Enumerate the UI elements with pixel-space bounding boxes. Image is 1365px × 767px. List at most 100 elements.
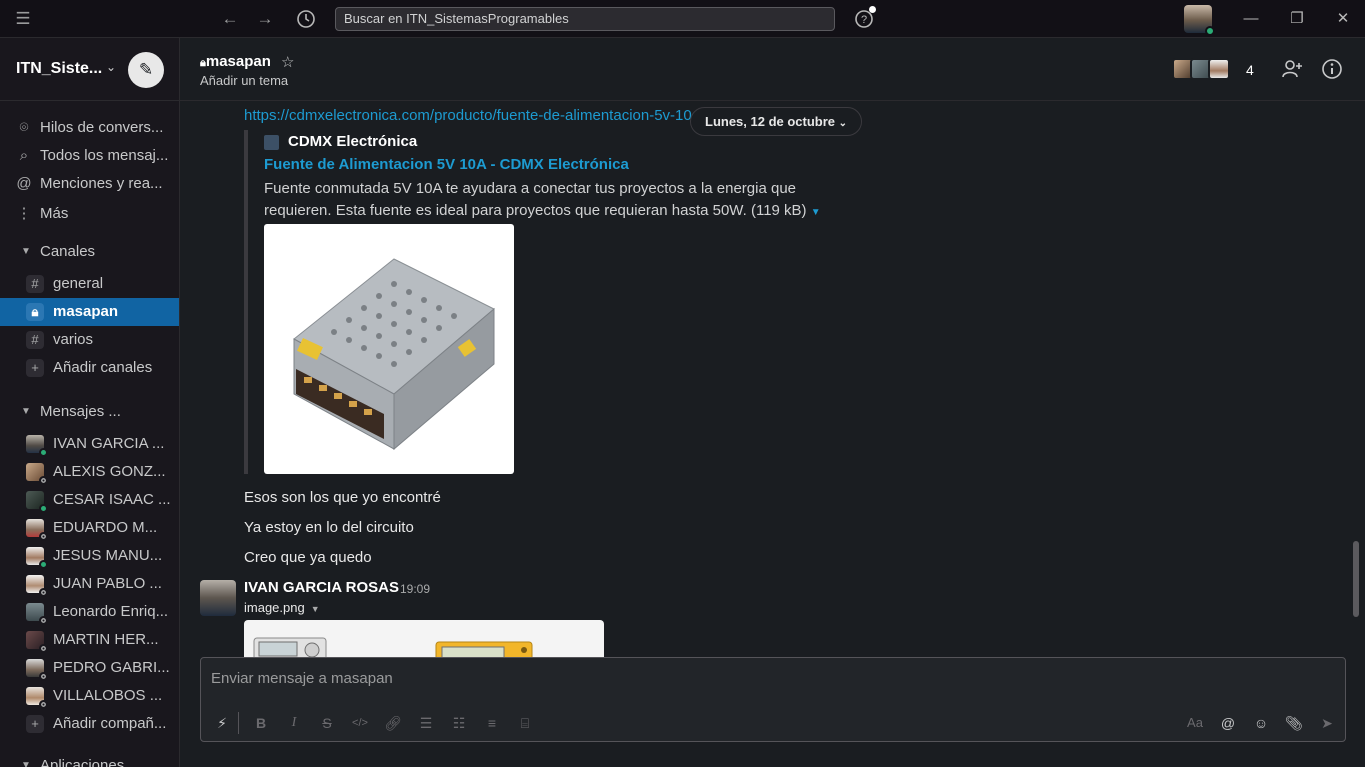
plus-icon: + <box>26 715 44 733</box>
message-link[interactable]: https://cdmxelectronica.com/producto/fue… <box>244 107 704 124</box>
channel-title[interactable]: 🔒︎masapan <box>200 53 271 70</box>
back-arrow-icon[interactable]: ← <box>218 7 242 31</box>
member-count[interactable]: 4 <box>1246 62 1254 78</box>
message-text: Ya estoy en lo del circuito <box>244 519 414 536</box>
sidebar-item-dm[interactable]: Leonardo Enriq... <box>0 598 179 626</box>
dms-section-header[interactable]: ▼ Mensajes ... <box>0 398 179 426</box>
avatar <box>1208 58 1230 80</box>
send-icon[interactable]: ➤ <box>1316 712 1338 734</box>
sidebar-item-dm[interactable]: JESUS MANU... <box>0 542 179 570</box>
mention-icon[interactable]: @ <box>1217 712 1239 734</box>
link-icon[interactable]: 🔗︎ <box>382 712 404 734</box>
sidebar-item-masapan[interactable]: 🔒︎ masapan <box>0 298 179 326</box>
link-preview: CDMX Electrónica Fuente de Alimentacion … <box>244 130 824 474</box>
code-icon[interactable]: </> <box>349 712 371 734</box>
italic-icon[interactable]: I <box>283 712 305 734</box>
avatar <box>26 603 48 625</box>
compose-button[interactable]: ✎ <box>128 52 164 88</box>
sidebar-item-more[interactable]: ⋮ Más <box>0 200 179 228</box>
channel-header: 🔒︎masapan ☆ Añadir un tema 4 <box>180 38 1365 101</box>
bulleted-list-icon[interactable]: ☷ <box>448 712 470 734</box>
avatar <box>26 435 48 457</box>
avatar <box>26 575 48 597</box>
sidebar-item-varios[interactable]: # varios <box>0 326 179 354</box>
avatar <box>26 659 48 681</box>
sidebar-item-label: CESAR ISAAC ... <box>53 491 171 508</box>
sidebar-item-dm[interactable]: JUAN PABLO ... <box>0 570 179 598</box>
message-timestamp[interactable]: 19:09 <box>400 582 430 596</box>
add-teammates-button[interactable]: + Añadir compañ... <box>0 710 179 738</box>
add-channels-button[interactable]: + Añadir canales <box>0 354 179 382</box>
current-user-avatar[interactable] <box>1184 5 1215 36</box>
date-label: Lunes, 12 de octubre <box>705 114 836 129</box>
sidebar-item-dm[interactable]: VILLALOBOS ... <box>0 682 179 710</box>
sidebar-item-general[interactable]: # general <box>0 270 179 298</box>
status-icon <box>39 560 48 569</box>
add-member-icon[interactable] <box>1280 58 1304 82</box>
quote-icon[interactable]: ≡ <box>481 712 503 734</box>
site-favicon-icon <box>264 135 279 150</box>
hamburger-menu-icon[interactable]: ☰ <box>11 7 35 31</box>
emoji-icon[interactable]: ☺ <box>1250 712 1272 734</box>
ordered-list-icon[interactable]: ☰ <box>415 712 437 734</box>
lock-icon: 🔒︎ <box>26 303 44 321</box>
maximize-icon[interactable]: ❐ <box>1285 7 1309 31</box>
code-block-icon[interactable]: ⌸ <box>514 712 536 734</box>
workspace-header[interactable]: ITN_Siste... ⌄ ✎ <box>0 38 179 101</box>
status-icon <box>39 588 48 597</box>
attached-image[interactable] <box>244 620 604 657</box>
sidebar-item-dm[interactable]: ALEXIS GONZ... <box>0 458 179 486</box>
caret-down-icon[interactable]: ▼ <box>311 604 320 614</box>
status-icon <box>39 616 48 625</box>
message-text: Creo que ya quedo <box>244 549 372 566</box>
star-icon[interactable]: ☆ <box>281 53 294 71</box>
text-format-toggle[interactable]: Aa <box>1184 712 1206 734</box>
message-input[interactable]: Enviar mensaje a masapan <box>211 670 393 687</box>
shortcuts-lightning-icon[interactable]: ⚡︎ <box>211 712 233 734</box>
section-label: Canales <box>40 243 96 260</box>
scrollbar[interactable] <box>1353 541 1359 617</box>
history-icon[interactable] <box>294 7 318 31</box>
preview-description: Fuente conmutada 5V 10A te ayudara a con… <box>264 178 824 224</box>
message-composer[interactable]: Enviar mensaje a masapan ⚡︎ B I S </> 🔗︎… <box>200 657 1346 742</box>
strikethrough-icon[interactable]: S <box>316 712 338 734</box>
caret-down-icon[interactable]: ▼ <box>811 207 821 218</box>
channel-topic[interactable]: Añadir un tema <box>200 73 288 88</box>
workspace-name[interactable]: ITN_Siste... <box>16 60 102 78</box>
hash-icon: # <box>26 331 44 349</box>
sidebar-item-label: general <box>53 275 104 292</box>
sidebar-item-label: Más <box>40 205 69 222</box>
power-supply-image[interactable] <box>264 224 514 474</box>
plus-icon: + <box>26 359 44 377</box>
file-name[interactable]: image.png ▼ <box>244 600 320 615</box>
close-icon[interactable]: ✕ <box>1331 7 1355 31</box>
apps-section-header[interactable]: ▼ Aplicaciones <box>0 752 179 767</box>
preview-title[interactable]: Fuente de Alimentacion 5V 10A - CDMX Ele… <box>264 156 629 173</box>
divider <box>238 712 239 734</box>
forward-arrow-icon[interactable]: → <box>253 7 277 31</box>
author-avatar[interactable] <box>200 580 236 616</box>
sidebar-item-label: varios <box>53 331 94 348</box>
preview-site-name: CDMX Electrónica <box>288 133 418 150</box>
chevron-down-icon[interactable]: ⌄ <box>106 60 116 74</box>
info-icon[interactable] <box>1320 58 1344 82</box>
caret-down-icon: ▼ <box>21 406 31 417</box>
avatar <box>26 491 48 513</box>
sidebar-item-dm[interactable]: EDUARDO M... <box>0 514 179 542</box>
sidebar-item-dm[interactable]: CESAR ISAAC ... <box>0 486 179 514</box>
sidebar-item-label: IVAN GARCIA ... <box>53 435 165 452</box>
sidebar-item-dm[interactable]: PEDRO GABRI... <box>0 654 179 682</box>
hash-icon: # <box>26 275 44 293</box>
sidebar-item-dm[interactable]: MARTIN HER... <box>0 626 179 654</box>
sidebar-item-dm[interactable]: IVAN GARCIA ... <box>0 430 179 458</box>
attachment-icon[interactable]: 📎︎ <box>1283 712 1305 734</box>
minimize-icon[interactable]: — <box>1239 7 1263 31</box>
channels-section-header[interactable]: ▼ Canales <box>0 238 179 266</box>
online-status-icon <box>1205 26 1215 36</box>
message-author[interactable]: IVAN GARCIA ROSAS <box>244 579 399 596</box>
sidebar-item-threads[interactable]: ⌾ Hilos de convers... <box>0 114 179 142</box>
search-input[interactable]: Buscar en ITN_SistemasProgramables <box>335 7 835 31</box>
bold-icon[interactable]: B <box>250 712 272 734</box>
sidebar-item-mentions[interactable]: @ Menciones y rea... <box>0 170 179 198</box>
sidebar-item-all-dms[interactable]: ⌕ Todos los mensaj... <box>0 142 179 170</box>
